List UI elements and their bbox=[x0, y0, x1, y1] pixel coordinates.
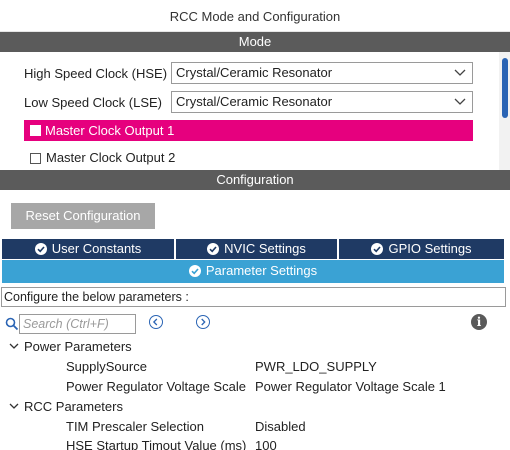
param-value: Power Regulator Voltage Scale 1 bbox=[255, 379, 446, 394]
next-match-icon[interactable] bbox=[196, 315, 210, 329]
configuration-section-header: Configuration bbox=[0, 170, 510, 190]
check-circle-icon bbox=[207, 243, 220, 255]
tab-label: GPIO Settings bbox=[388, 241, 472, 256]
tab-label: NVIC Settings bbox=[224, 241, 306, 256]
master-clock-output-2-row[interactable]: Master Clock Output 2 bbox=[24, 150, 473, 166]
param-name: SupplySource bbox=[66, 359, 147, 374]
hse-label: High Speed Clock (HSE) bbox=[24, 66, 168, 81]
previous-match-icon[interactable] bbox=[149, 315, 163, 329]
search-input[interactable] bbox=[19, 314, 136, 334]
lse-select-value: Crystal/Ceramic Resonator bbox=[176, 94, 333, 109]
tab-nvic-settings[interactable]: NVIC Settings bbox=[176, 239, 337, 259]
param-value: PWR_LDO_SUPPLY bbox=[255, 359, 377, 374]
param-value: 100 bbox=[255, 438, 277, 450]
tab-label: User Constants bbox=[51, 241, 142, 256]
hse-select[interactable]: Crystal/Ceramic Resonator bbox=[171, 62, 473, 84]
check-circle-icon bbox=[371, 243, 384, 255]
group-label: RCC Parameters bbox=[24, 399, 123, 414]
chevron-down-icon bbox=[9, 403, 19, 409]
chevron-down-icon bbox=[9, 343, 19, 349]
param-row-supply-source[interactable]: SupplySource PWR_LDO_SUPPLY bbox=[66, 359, 506, 379]
config-tabs: User Constants NVIC Settings GPIO Settin… bbox=[2, 239, 504, 259]
param-value: Disabled bbox=[255, 419, 306, 434]
group-rcc-parameters[interactable]: RCC Parameters bbox=[8, 399, 123, 414]
master-clock-output-2-label: Master Clock Output 2 bbox=[46, 150, 176, 165]
configure-parameters-description: Configure the below parameters : bbox=[1, 287, 506, 307]
param-name: HSE Startup Timout Value (ms) bbox=[66, 438, 247, 450]
mode-section-header: Mode bbox=[0, 32, 510, 52]
group-label: Power Parameters bbox=[24, 339, 132, 354]
check-circle-icon bbox=[188, 265, 201, 277]
lse-label: Low Speed Clock (LSE) bbox=[24, 95, 163, 110]
param-row-voltage-scale[interactable]: Power Regulator Voltage Scale Power Regu… bbox=[66, 379, 506, 399]
check-circle-icon bbox=[34, 243, 47, 255]
tab-parameter-settings[interactable]: Parameter Settings bbox=[2, 260, 504, 283]
mode-scrollbar-thumb[interactable] bbox=[502, 58, 508, 118]
master-clock-output-1-label: Master Clock Output 1 bbox=[45, 123, 175, 138]
info-icon[interactable]: i bbox=[471, 314, 487, 330]
param-name: TIM Prescaler Selection bbox=[66, 419, 204, 434]
configuration-panel: Reset Configuration User Constants NVIC … bbox=[0, 190, 510, 450]
param-row-hse-startup-timeout[interactable]: HSE Startup Timout Value (ms) 100 bbox=[66, 438, 506, 450]
hse-select-value: Crystal/Ceramic Resonator bbox=[176, 65, 333, 80]
master-clock-output-1-row[interactable]: Master Clock Output 1 bbox=[24, 120, 473, 141]
param-name: Power Regulator Voltage Scale bbox=[66, 379, 246, 394]
master-clock-output-2-checkbox[interactable] bbox=[30, 153, 41, 164]
chevron-down-icon bbox=[454, 69, 466, 76]
tab-user-constants[interactable]: User Constants bbox=[2, 239, 174, 259]
reset-configuration-button[interactable]: Reset Configuration bbox=[11, 203, 155, 229]
chevron-down-icon bbox=[454, 98, 466, 105]
tab-label: Parameter Settings bbox=[205, 263, 318, 278]
window-title: RCC Mode and Configuration bbox=[0, 0, 510, 32]
param-row-tim-prescaler[interactable]: TIM Prescaler Selection Disabled bbox=[66, 419, 506, 439]
mode-panel: High Speed Clock (HSE) Crystal/Ceramic R… bbox=[0, 52, 510, 170]
group-power-parameters[interactable]: Power Parameters bbox=[8, 339, 132, 354]
tab-gpio-settings[interactable]: GPIO Settings bbox=[339, 239, 504, 259]
search-icon bbox=[5, 317, 19, 331]
lse-select[interactable]: Crystal/Ceramic Resonator bbox=[171, 91, 473, 113]
master-clock-output-1-checkbox[interactable] bbox=[30, 125, 41, 136]
